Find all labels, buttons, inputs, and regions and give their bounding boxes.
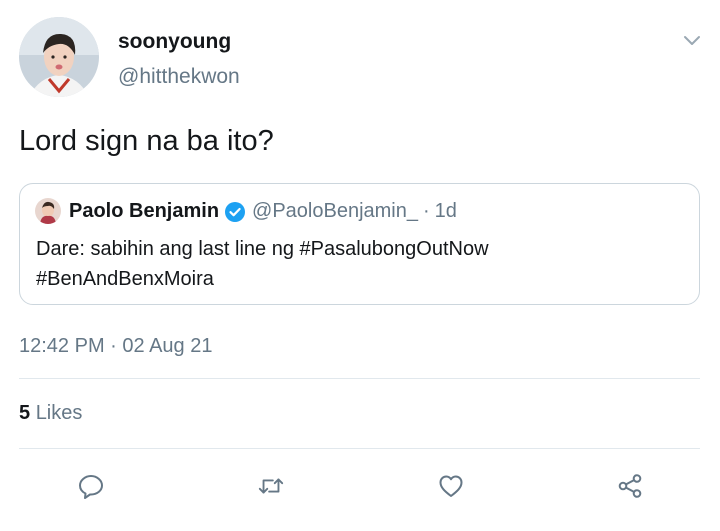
author-handle[interactable]: @hitthekwon xyxy=(118,65,240,89)
quoted-time: 1d xyxy=(434,200,457,222)
tweet-text: Lord sign na ba ito? xyxy=(19,125,274,157)
likes-count[interactable]: 5 Likes xyxy=(19,402,82,425)
likes-label: Likes xyxy=(35,402,83,424)
quoted-text: Dare: sabihin ang last line ng #Pasalubo… xyxy=(36,234,686,294)
retweet-icon[interactable] xyxy=(257,472,285,500)
quoted-handle: @PaoloBenjamin_ xyxy=(252,200,418,222)
author-display-name[interactable]: soonyoung xyxy=(118,30,231,54)
divider xyxy=(19,448,700,449)
quoted-tweet[interactable]: Paolo Benjamin @PaoloBenjamin_ · 1d Dare… xyxy=(19,183,700,305)
likes-number: 5 xyxy=(19,402,31,424)
quoted-author-avatar xyxy=(35,198,61,224)
share-icon[interactable] xyxy=(616,472,644,500)
tweet-timestamp[interactable]: 12:42 PM · 02 Aug 21 xyxy=(19,335,212,358)
heart-icon[interactable] xyxy=(437,472,465,500)
quoted-text-line: #BenAndBenxMoira xyxy=(36,268,214,290)
quoted-display-name: Paolo Benjamin xyxy=(69,200,220,222)
divider xyxy=(19,378,700,379)
chevron-down-icon[interactable] xyxy=(680,28,704,52)
quoted-text-line: Dare: sabihin ang last line ng #Pasalubo… xyxy=(36,238,489,260)
quoted-separator: · xyxy=(423,200,430,222)
quoted-header: Paolo Benjamin @PaoloBenjamin_ · 1d xyxy=(69,200,457,223)
reply-icon[interactable] xyxy=(77,472,105,500)
verified-badge-icon xyxy=(224,201,246,223)
author-avatar[interactable] xyxy=(19,17,99,97)
